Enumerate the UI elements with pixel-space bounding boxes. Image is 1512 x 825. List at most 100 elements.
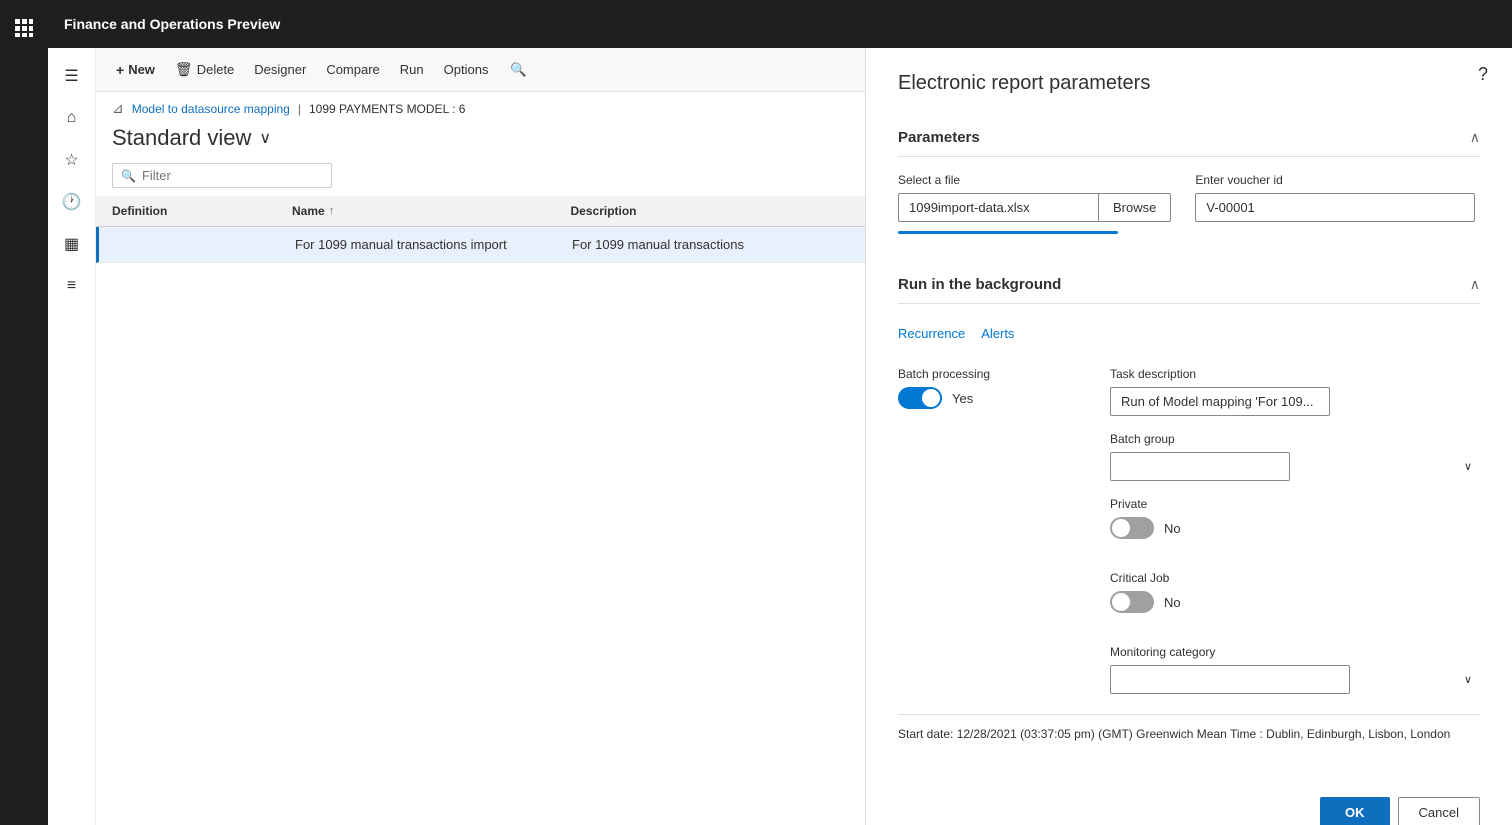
hamburger-nav-icon[interactable]: ☰	[52, 56, 92, 96]
bg-col-right: Task description Batch group ∨	[1110, 367, 1480, 694]
favorites-nav-icon[interactable]: ☆	[52, 140, 92, 180]
compare-button[interactable]: Compare	[318, 58, 387, 81]
run-background-title: Run in the background	[898, 276, 1061, 293]
table-header: Definition Name ↑ Description	[96, 196, 865, 227]
batch-group-select[interactable]	[1110, 452, 1290, 481]
breadcrumb: ⊿ Model to datasource mapping | 1099 PAY…	[96, 92, 865, 121]
task-description-label: Task description	[1110, 367, 1480, 381]
modules-nav-icon[interactable]: ▦	[52, 224, 92, 264]
cell-definition	[115, 227, 295, 262]
panel-footer: OK Cancel	[898, 781, 1480, 825]
critical-job-toggle-row: No	[1110, 591, 1480, 613]
delete-icon: 🗑	[175, 61, 193, 78]
batch-group-form-group: Batch group ∨	[1110, 432, 1480, 481]
cell-name: For 1099 manual transactions import	[295, 227, 572, 262]
run-button[interactable]: Run	[392, 58, 432, 81]
data-table: Definition Name ↑ Description For 1099 m…	[96, 196, 865, 825]
voucher-id-group: Enter voucher id	[1195, 173, 1475, 222]
bg-columns: Batch processing Yes	[898, 367, 1480, 694]
col-header-description: Description	[571, 196, 850, 226]
bg-col-left: Batch processing Yes	[898, 367, 1078, 694]
monitoring-category-select[interactable]	[1110, 665, 1350, 694]
run-background-chevron: ∧	[1470, 276, 1480, 293]
designer-button[interactable]: Designer	[246, 58, 314, 81]
file-progress-bar	[898, 231, 1118, 234]
toolbar: + New 🗑 Delete Designer Compare Run Opt	[96, 48, 865, 92]
monitoring-category-group: Monitoring category ∨	[1110, 645, 1480, 694]
app-title: Finance and Operations Preview	[64, 16, 280, 32]
batch-group-select-wrapper: ∨	[1110, 452, 1480, 481]
help-icon[interactable]: ?	[1478, 64, 1488, 85]
breadcrumb-separator: |	[298, 102, 301, 116]
breadcrumb-link[interactable]: Model to datasource mapping	[132, 102, 290, 116]
new-icon: +	[116, 62, 124, 78]
voucher-id-input[interactable]	[1195, 193, 1475, 222]
file-select-group: Browse	[898, 193, 1171, 222]
cell-description: For 1099 manual transactions	[572, 227, 849, 262]
filter-bar: 🔍	[96, 159, 865, 196]
ok-button[interactable]: OK	[1320, 797, 1390, 825]
batch-toggle-row: Yes	[898, 387, 1078, 409]
start-date-text: Start date: 12/28/2021 (03:37:05 pm) (GM…	[898, 714, 1480, 741]
private-toggle-thumb	[1112, 519, 1130, 537]
critical-job-toggle[interactable]	[1110, 591, 1154, 613]
content-area: ☰ ⌂ ☆ 🕐 ▦ ≡ + New 🗑 Delete Designer	[48, 48, 1512, 825]
voucher-id-label: Enter voucher id	[1195, 173, 1475, 187]
col-header-name: Name ↑	[292, 196, 571, 226]
parameters-section-header[interactable]: Parameters ∧	[898, 119, 1480, 157]
batch-processing-group: Batch processing Yes	[898, 367, 1078, 425]
panel-title: Electronic report parameters	[898, 72, 1480, 95]
batch-processing-toggle[interactable]	[898, 387, 942, 409]
tab-alerts[interactable]: Alerts	[981, 320, 1030, 347]
run-background-section-header[interactable]: Run in the background ∧	[898, 266, 1480, 304]
private-group: Private No	[1110, 497, 1480, 555]
batch-group-label: Batch group	[1110, 432, 1480, 446]
private-toggle-text: No	[1164, 521, 1181, 536]
tab-bar: Recurrence Alerts	[898, 320, 1480, 347]
breadcrumb-current: 1099 PAYMENTS MODEL : 6	[309, 102, 466, 116]
parameters-chevron: ∧	[1470, 129, 1480, 146]
task-description-input[interactable]	[1110, 387, 1330, 416]
main-panel: + New 🗑 Delete Designer Compare Run Opt	[96, 48, 866, 825]
private-label: Private	[1110, 497, 1480, 511]
table-row[interactable]: For 1099 manual transactions import For …	[96, 227, 865, 263]
critical-job-group: Critical Job No	[1110, 571, 1480, 629]
critical-job-toggle-thumb	[1112, 593, 1130, 611]
view-title-chevron[interactable]: ∨	[259, 128, 271, 148]
app-header: Finance and Operations Preview	[48, 0, 1512, 48]
critical-job-label: Critical Job	[1110, 571, 1480, 585]
private-toggle[interactable]	[1110, 517, 1154, 539]
batch-toggle-text: Yes	[952, 391, 973, 406]
select-file-label: Select a file	[898, 173, 1171, 187]
private-toggle-row: No	[1110, 517, 1480, 539]
filter-input[interactable]	[142, 168, 323, 183]
monitoring-category-label: Monitoring category	[1110, 645, 1480, 659]
critical-job-toggle-text: No	[1164, 595, 1181, 610]
batch-processing-label: Batch processing	[898, 367, 1078, 381]
parameters-form-row: Select a file Browse Enter voucher id	[898, 173, 1480, 234]
run-background-section: Run in the background ∧ Recurrence Alert…	[898, 266, 1480, 741]
view-title-area: Standard view ∨	[96, 121, 865, 159]
batch-toggle-thumb	[922, 389, 940, 407]
filter-search-icon: 🔍	[121, 169, 136, 183]
new-button[interactable]: + New	[108, 58, 163, 82]
parameters-section: Parameters ∧ Select a file Browse	[898, 119, 1480, 250]
home-nav-icon[interactable]: ⌂	[52, 98, 92, 138]
app-sidebar	[0, 0, 48, 825]
options-button[interactable]: Options	[436, 58, 497, 81]
browse-button[interactable]: Browse	[1098, 193, 1171, 222]
tab-recurrence[interactable]: Recurrence	[898, 320, 981, 347]
cancel-button[interactable]: Cancel	[1398, 797, 1480, 825]
select-file-group: Select a file Browse	[898, 173, 1171, 234]
file-input[interactable]	[898, 193, 1098, 222]
search-button[interactable]: 🔍	[504, 56, 532, 84]
waffle-icon[interactable]	[4, 8, 44, 48]
delete-button[interactable]: 🗑 Delete	[167, 57, 242, 82]
parameters-section-title: Parameters	[898, 129, 980, 146]
right-panel: ? Electronic report parameters Parameter…	[866, 48, 1512, 825]
monitoring-category-chevron: ∨	[1464, 673, 1472, 686]
filter-icon: ⊿	[112, 100, 124, 117]
app-container: Finance and Operations Preview ☰ ⌂ ☆ 🕐 ▦…	[48, 0, 1512, 825]
recent-nav-icon[interactable]: 🕐	[52, 182, 92, 222]
workspaces-nav-icon[interactable]: ≡	[52, 266, 92, 306]
